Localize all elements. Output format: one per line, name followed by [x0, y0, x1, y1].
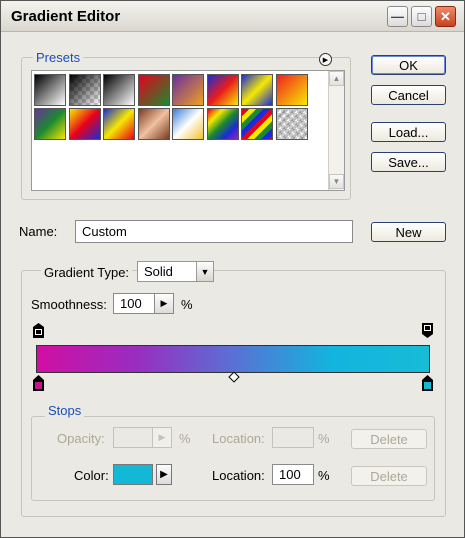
load-button[interactable]: Load...	[371, 122, 446, 142]
color-location-label: Location:	[212, 468, 265, 483]
preset-swatch[interactable]	[34, 74, 66, 106]
preset-swatch[interactable]	[68, 108, 101, 140]
opacity-input[interactable]	[113, 427, 153, 448]
opacity-stop-left[interactable]	[33, 323, 44, 338]
presets-label: Presets	[33, 50, 84, 65]
preset-swatch[interactable]	[34, 108, 66, 140]
scroll-down-icon[interactable]: ▼	[329, 174, 344, 189]
smoothness-slider-icon[interactable]: ▶	[154, 293, 174, 314]
preset-swatch[interactable]	[103, 74, 135, 106]
opacity-slider-icon[interactable]: ▶	[152, 427, 172, 448]
color-label: Color:	[74, 468, 109, 483]
smoothness-label: Smoothness:	[31, 297, 107, 312]
flyout-menu-icon[interactable]: ▶	[319, 53, 332, 66]
preset-swatch[interactable]	[68, 74, 101, 106]
preset-swatch[interactable]	[206, 108, 239, 140]
preset-swatch[interactable]	[275, 74, 308, 106]
preset-swatch[interactable]	[206, 74, 239, 106]
minimize-icon[interactable]: —	[387, 6, 408, 27]
presets-scrollbar[interactable]: ▲ ▼	[328, 71, 344, 190]
preset-swatch[interactable]	[172, 108, 204, 140]
new-button[interactable]: New	[371, 222, 446, 242]
title-bar[interactable]: Gradient Editor — □ ✕	[1, 1, 464, 32]
save-button[interactable]: Save...	[371, 152, 446, 172]
preset-swatch[interactable]	[241, 108, 273, 140]
opacity-unit: %	[179, 431, 191, 446]
gradient-type-select[interactable]: Solid ▼	[137, 261, 214, 282]
maximize-icon[interactable]: □	[411, 6, 432, 27]
name-input[interactable]: Custom	[75, 220, 353, 243]
opacity-location-unit: %	[318, 431, 330, 446]
close-icon[interactable]: ✕	[435, 6, 456, 27]
color-location-input[interactable]: 100	[272, 464, 314, 485]
delete-color-stop-button[interactable]: Delete	[351, 466, 427, 486]
presets-list[interactable]: ▲ ▼	[31, 70, 345, 191]
gradient-type-label: Gradient Type:	[41, 265, 133, 280]
gradient-preview-bar[interactable]	[36, 345, 430, 373]
opacity-label: Opacity:	[57, 431, 105, 446]
delete-opacity-stop-button[interactable]: Delete	[351, 429, 427, 449]
preset-swatch[interactable]	[137, 74, 170, 106]
color-stop-left[interactable]	[33, 375, 44, 391]
opacity-location-label: Location:	[212, 431, 265, 446]
chevron-down-icon[interactable]: ▼	[196, 262, 213, 281]
stops-label: Stops	[45, 403, 85, 418]
scroll-up-icon[interactable]: ▲	[329, 71, 344, 86]
window-title: Gradient Editor	[11, 8, 121, 25]
opacity-stop-right[interactable]	[422, 323, 433, 338]
name-label: Name:	[19, 224, 58, 239]
smoothness-input[interactable]: 100	[113, 293, 155, 314]
preset-swatch[interactable]	[103, 108, 135, 140]
smoothness-unit: %	[181, 297, 193, 312]
preset-swatch[interactable]	[137, 108, 170, 140]
preset-swatch[interactable]	[172, 74, 204, 106]
cancel-button[interactable]: Cancel	[371, 85, 446, 105]
ok-button[interactable]: OK	[371, 55, 446, 75]
stop-color-swatch[interactable]	[113, 464, 153, 485]
preset-swatch[interactable]	[241, 74, 273, 106]
preset-swatch[interactable]	[275, 108, 308, 140]
gradient-type-value: Solid	[144, 264, 173, 279]
color-menu-icon[interactable]: ▶	[156, 464, 172, 485]
color-location-unit: %	[318, 468, 330, 483]
gradient-editor-window: Gradient Editor — □ ✕ Presets ▶ ▲ ▼ OK C…	[0, 0, 465, 538]
color-stop-right[interactable]	[422, 375, 433, 391]
opacity-location-input[interactable]	[272, 427, 314, 448]
